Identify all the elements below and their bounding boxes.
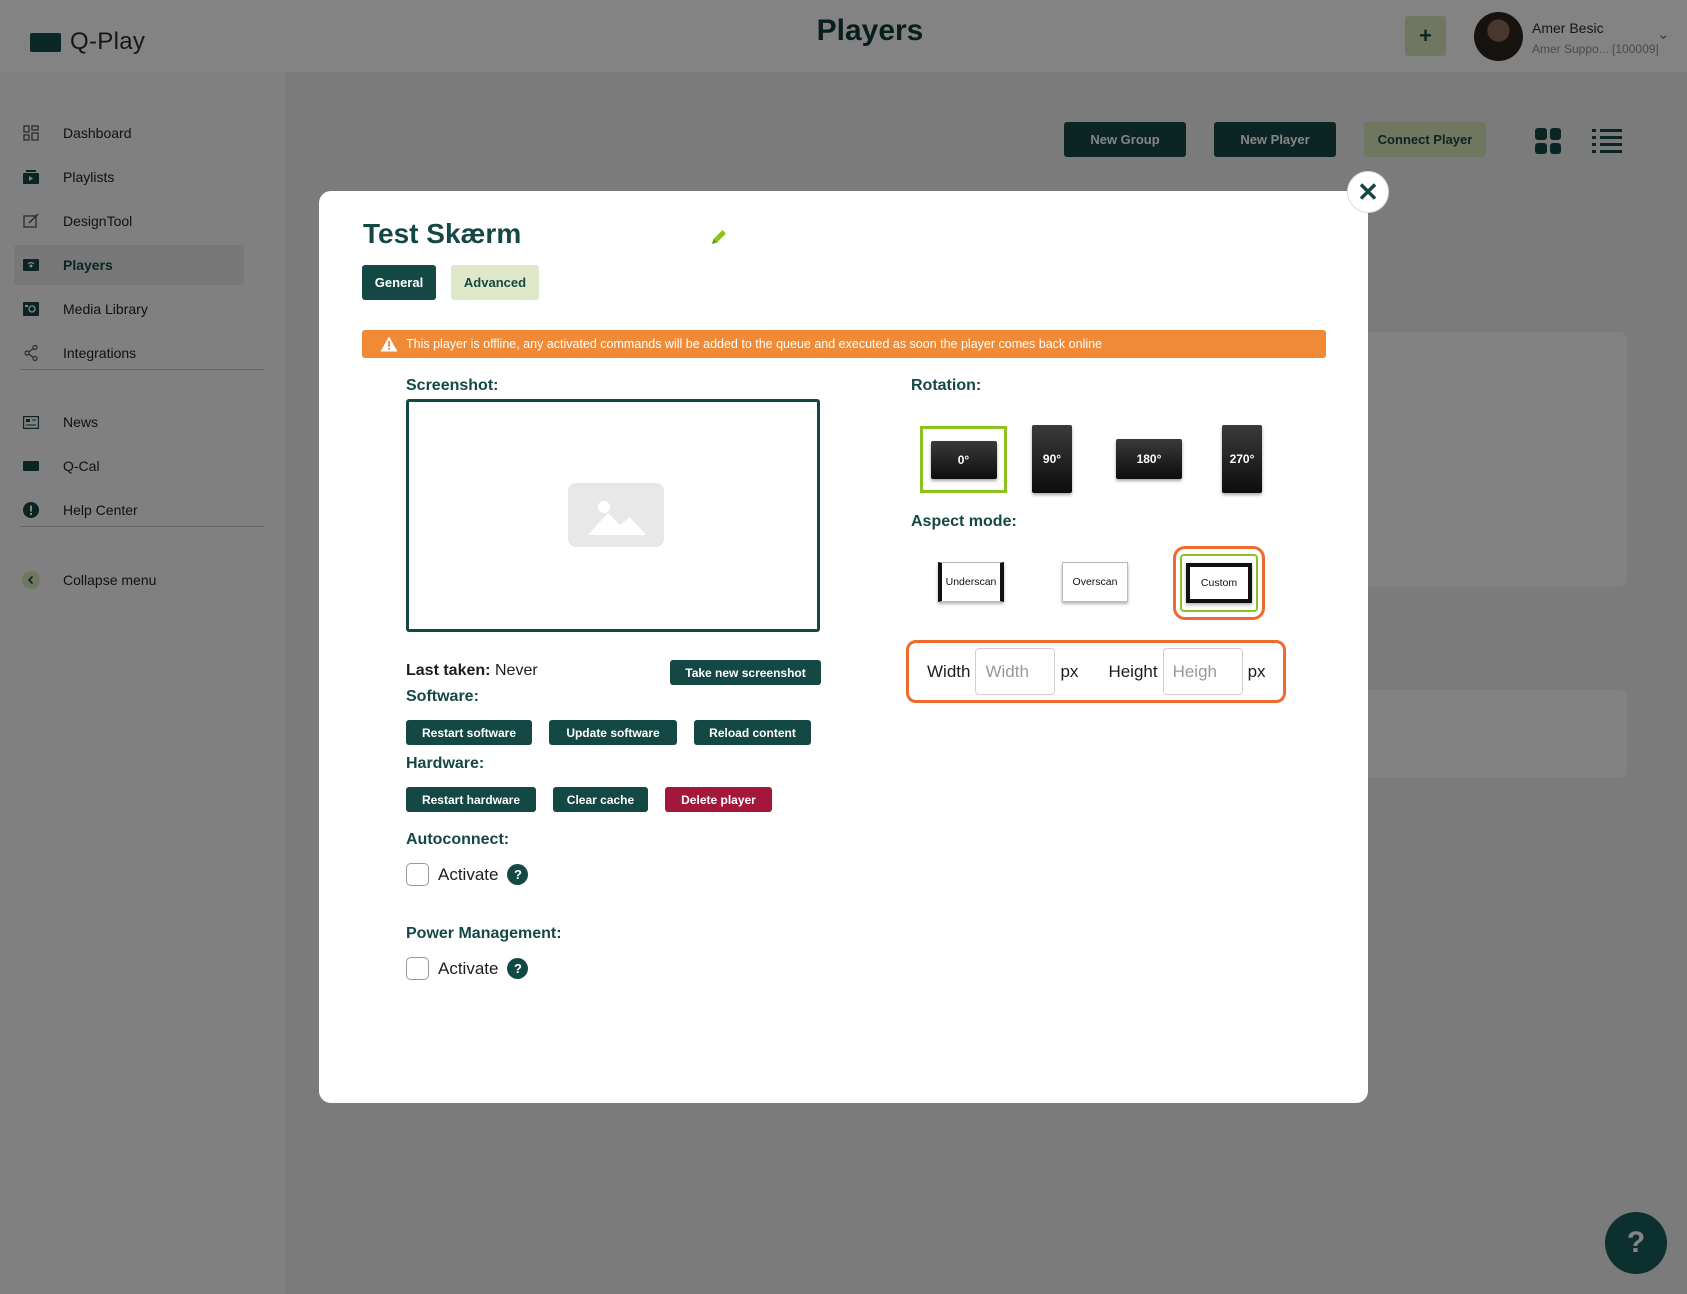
help-question-icon[interactable]: ?	[507, 864, 529, 885]
rotation-90-option[interactable]: 90°	[1031, 423, 1073, 495]
rotation-180-label: 180°	[1116, 439, 1182, 479]
rotation-90-label: 90°	[1032, 425, 1072, 493]
hardware-label: Hardware:	[406, 755, 485, 772]
take-screenshot-button[interactable]: Take new screenshot	[670, 660, 821, 685]
width-input[interactable]: Width	[975, 648, 1056, 695]
aspect-underscan-label: Underscan	[938, 562, 1004, 602]
aspect-underscan-option[interactable]: Underscan	[937, 561, 1005, 603]
screenshot-label: Screenshot:	[406, 377, 499, 394]
power-management-label: Power Management:	[406, 925, 562, 942]
autoconnect-checkbox[interactable]	[406, 863, 429, 886]
power-management-checkbox[interactable]	[406, 957, 429, 980]
help-question-icon[interactable]: ?	[507, 958, 529, 979]
aspect-custom-label: Custom	[1186, 563, 1252, 603]
tab-general[interactable]: General	[362, 265, 436, 300]
custom-dimensions-group: Width Width px Height Heigh px	[906, 640, 1286, 703]
update-software-button[interactable]: Update software	[549, 720, 677, 745]
autoconnect-row: Activate ?	[406, 863, 529, 886]
aspect-custom-option[interactable]: Custom	[1173, 546, 1265, 620]
restart-software-button[interactable]: Restart software	[406, 720, 532, 745]
rotation-0-option[interactable]: 0°	[920, 426, 1007, 493]
tab-advanced[interactable]: Advanced	[451, 265, 539, 300]
width-unit: px	[1060, 661, 1079, 681]
screenshot-preview	[406, 399, 820, 632]
power-activate-label[interactable]: Activate	[438, 959, 498, 979]
rotation-180-option[interactable]: 180°	[1114, 437, 1184, 481]
close-icon: ✕	[1357, 176, 1379, 207]
player-settings-modal: Test Skærm General Advanced This player …	[319, 191, 1368, 1103]
power-management-row: Activate ?	[406, 957, 529, 980]
pencil-edit-icon[interactable]	[709, 227, 731, 249]
autoconnect-activate-label[interactable]: Activate	[438, 865, 498, 885]
warning-icon	[380, 336, 398, 352]
aspect-mode-label: Aspect mode:	[911, 513, 1017, 530]
player-title: Test Skærm	[363, 218, 522, 249]
aspect-overscan-label: Overscan	[1062, 562, 1128, 602]
clear-cache-button[interactable]: Clear cache	[553, 787, 648, 812]
height-input[interactable]: Heigh	[1162, 648, 1243, 695]
delete-player-button[interactable]: Delete player	[665, 787, 772, 812]
close-modal-button[interactable]: ✕	[1347, 171, 1389, 213]
last-taken-value: Never	[495, 662, 538, 679]
height-label: Height	[1108, 661, 1158, 681]
rotation-0-label: 0°	[930, 440, 997, 479]
offline-alert: This player is offline, any activated co…	[362, 330, 1326, 358]
last-taken-label: Last taken:	[406, 662, 491, 679]
reload-content-button[interactable]: Reload content	[694, 720, 811, 745]
rotation-label: Rotation:	[911, 377, 982, 394]
height-unit: px	[1247, 661, 1266, 681]
restart-hardware-button[interactable]: Restart hardware	[406, 787, 536, 812]
rotation-270-label: 270°	[1222, 425, 1262, 493]
autoconnect-label: Autoconnect:	[406, 831, 510, 848]
rotation-270-option[interactable]: 270°	[1221, 423, 1263, 495]
image-placeholder-icon	[568, 483, 664, 547]
software-label: Software:	[406, 688, 479, 705]
alert-text: This player is offline, any activated co…	[406, 337, 1103, 351]
aspect-overscan-option[interactable]: Overscan	[1061, 561, 1129, 603]
width-label: Width	[927, 661, 971, 681]
